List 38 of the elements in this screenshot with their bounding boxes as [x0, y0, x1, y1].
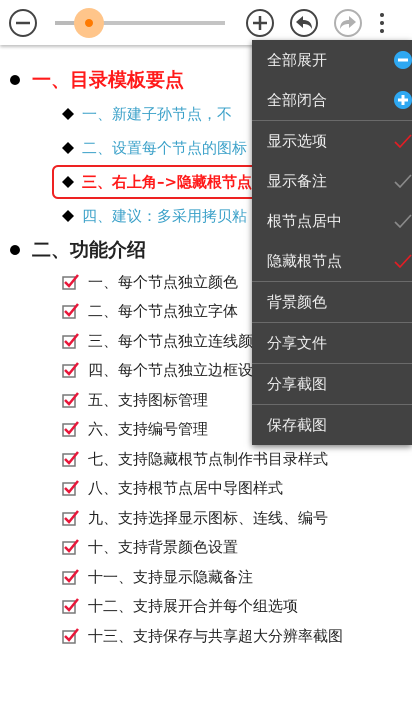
menu-item[interactable]: 全部闭合	[252, 80, 412, 120]
outline-node[interactable]: 十一、支持显示隐藏备注	[88, 566, 253, 588]
plus-circle-icon	[394, 91, 412, 109]
diamond-icon	[62, 176, 74, 188]
menu-item[interactable]: 背景颜色	[252, 282, 412, 322]
menu-item[interactable]: 全部展开	[252, 40, 412, 80]
bullet-icon	[10, 245, 20, 255]
outline-node[interactable]: 八、支持根节点居中导图样式	[88, 477, 283, 500]
outline-node[interactable]: 四、每个节点独立边框设	[88, 359, 253, 382]
outline-node[interactable]: 二、每个节点独立字体	[88, 300, 238, 322]
minus-circle-icon	[8, 8, 38, 38]
slider-thumb[interactable]	[74, 8, 104, 38]
menu-item[interactable]: 隐藏根节点	[252, 241, 412, 281]
bullet-icon	[10, 75, 20, 85]
outline-node[interactable]: 三、每个节点独立连线颜	[88, 330, 253, 352]
menu-item[interactable]: 分享文件	[252, 323, 412, 363]
outline-node[interactable]: 九、支持选择显示图标、连线、编号	[88, 506, 328, 529]
outline-node[interactable]: 五、支持图标管理	[88, 388, 208, 411]
outline-node[interactable]: 六、支持编号管理	[88, 418, 208, 440]
diamond-icon	[62, 108, 74, 120]
zoom-out-button[interactable]	[8, 8, 38, 38]
undo-icon	[289, 8, 319, 38]
root-node[interactable]: 二、功能介绍	[32, 236, 146, 264]
menu-item[interactable]: 分享截图	[252, 364, 412, 404]
outline-node[interactable]: 一、每个节点独立颜色	[88, 270, 238, 293]
outline-node[interactable]: 十三、支持保存与共享超大分辨率截图	[88, 624, 343, 647]
diamond-icon	[62, 210, 74, 222]
undo-button[interactable]	[289, 8, 319, 38]
outline-node[interactable]: 十二、支持展开合并每个组选项	[88, 595, 298, 618]
zoom-in-button[interactable]	[245, 8, 275, 38]
outline-node[interactable]: 七、支持隐藏根节点制作书目录样式	[88, 448, 328, 470]
diamond-icon	[62, 142, 74, 154]
redo-icon	[333, 8, 363, 38]
outline-node[interactable]: 十、支持背景颜色设置	[88, 536, 238, 558]
minus-circle-icon	[394, 51, 412, 69]
plus-circle-icon	[245, 8, 275, 38]
menu-item[interactable]: 保存截图	[252, 405, 412, 445]
root-node[interactable]: 一、目录模板要点	[32, 66, 184, 94]
